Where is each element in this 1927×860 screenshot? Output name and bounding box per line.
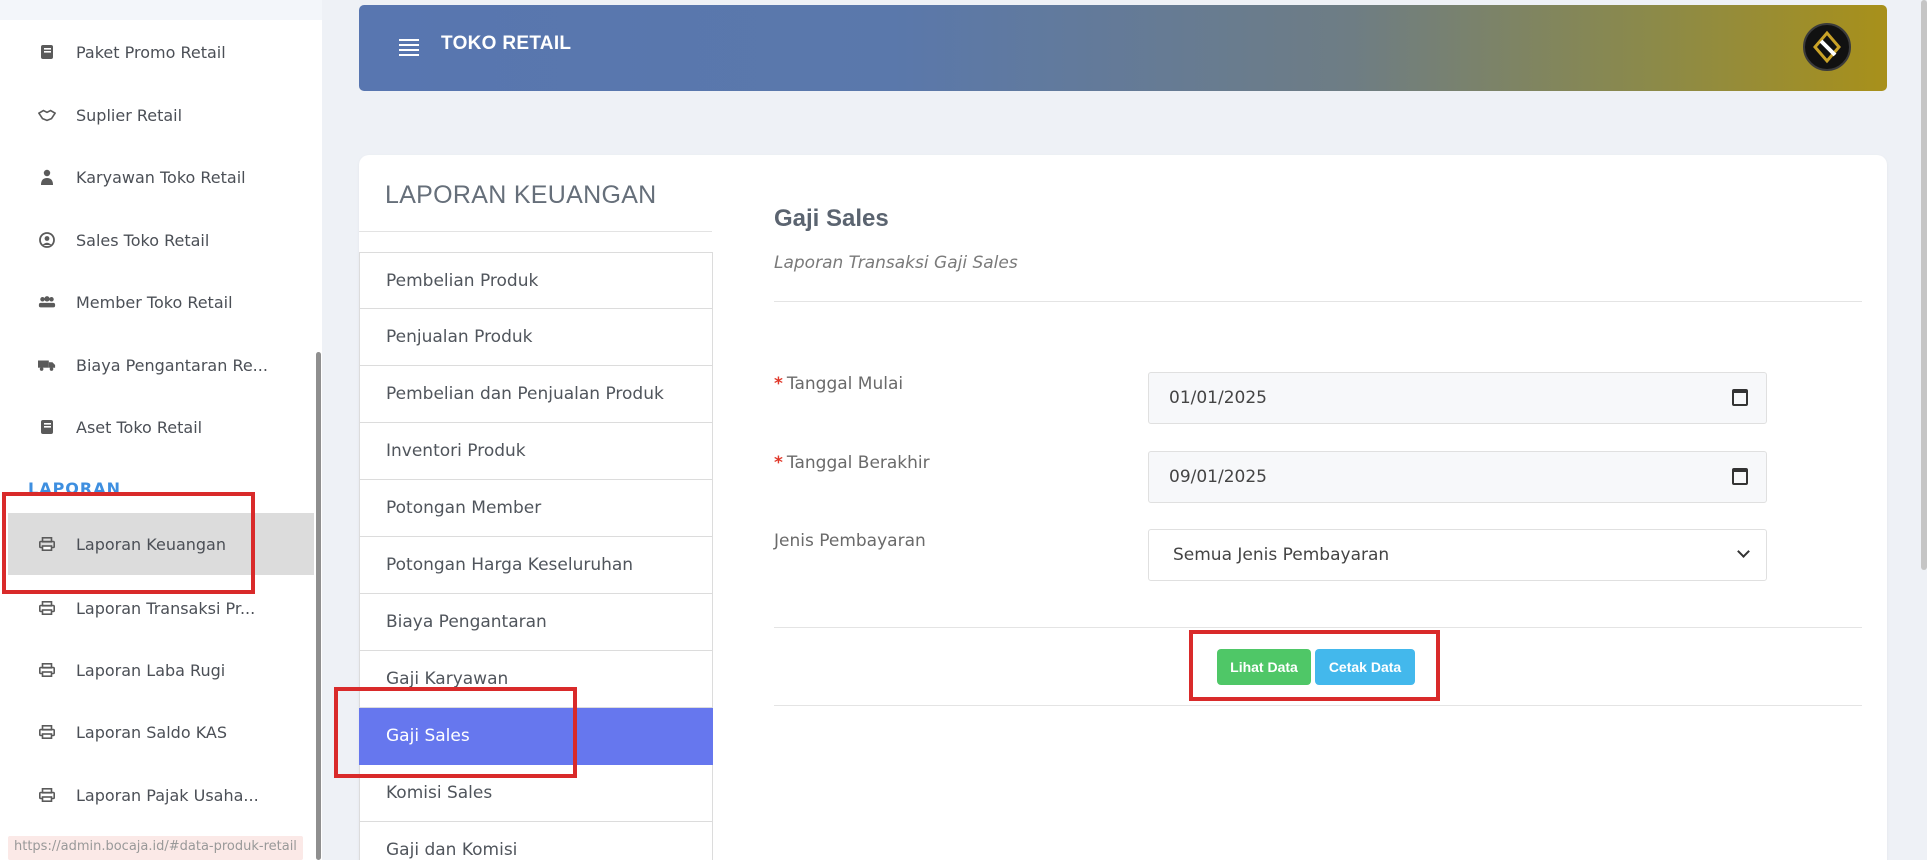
sidebar-item-member-toko-retail[interactable]: Member Toko Retail [0,274,314,330]
start-date-input[interactable]: 01/01/2025 [1148,372,1767,424]
end-date-input[interactable]: 09/01/2025 [1148,451,1767,503]
report-menu-item[interactable]: Inventori Produk [359,423,713,480]
page-scrollbar[interactable] [1921,0,1927,570]
start-date-label: * Tanggal Mulai [774,374,903,394]
user-circle-icon [38,231,56,249]
divider [774,301,1862,302]
sidebar-item-label: Suplier Retail [76,105,183,125]
divider [774,627,1862,628]
report-menu-item[interactable]: Komisi Sales [359,765,713,822]
sidebar-item-label: Karyawan Toko Retail [76,167,246,187]
sidebar-item-laporan-saldo-kas[interactable]: Laporan Saldo KAS [0,704,314,760]
sidebar-scrollbar[interactable] [316,352,321,860]
book-icon [38,418,56,436]
top-header: TOKO RETAIL [359,5,1887,91]
end-date-label: * Tanggal Berakhir [774,453,930,473]
brand-title: TOKO RETAIL [441,33,572,54]
handshake-icon [38,106,56,124]
print-icon [38,599,56,617]
sidebar-item-label: Laporan Keuangan [76,534,226,554]
report-menu-item-active[interactable]: Gaji Sales [359,708,713,765]
required-marker: * [774,374,783,394]
print-icon [38,661,56,679]
sidebar-item-laporan-keuangan[interactable]: Laporan Keuangan [8,513,314,575]
start-date-value: 01/01/2025 [1169,388,1267,408]
required-marker: * [774,453,783,473]
report-menu-item[interactable]: Pembelian dan Penjualan Produk [359,366,713,423]
start-date-label-text: Tanggal Mulai [786,374,904,394]
sidebar: Paket Promo Retail Suplier Retail Karyaw… [0,0,322,860]
report-card: LAPORAN KEUANGAN Pembelian Produk Penjua… [359,155,1887,860]
page-subtitle: Laporan Transaksi Gaji Sales [774,253,1018,273]
sidebar-item-label: Biaya Pengantaran Re... [76,355,268,375]
payment-type-select[interactable]: Semua Jenis Pembayaran [1148,529,1767,581]
user-avatar[interactable] [1803,23,1851,71]
report-menu-item[interactable]: Penjualan Produk [359,309,713,366]
sidebar-item-label: Laporan Saldo KAS [76,722,228,742]
menu-toggle-icon[interactable] [399,39,419,57]
sidebar-top-band [0,0,322,20]
payment-type-value: Semua Jenis Pembayaran [1173,545,1390,565]
report-content: Gaji Sales Laporan Transaksi Gaji Sales … [774,155,1864,860]
sidebar-item-label: Paket Promo Retail [76,42,226,62]
chevron-down-icon [1737,545,1750,558]
sidebar-item-label: Member Toko Retail [76,292,233,312]
sidebar-item-sales-toko-retail[interactable]: Sales Toko Retail [0,212,314,268]
book-icon [38,43,56,61]
sidebar-item-laporan-pajak-usaha[interactable]: Laporan Pajak Usaha... [0,767,314,823]
sidebar-item-label: Laporan Pajak Usaha... [76,785,259,805]
sidebar-item-label: Sales Toko Retail [76,230,210,250]
calendar-icon[interactable] [1732,468,1748,485]
print-icon [38,535,56,553]
end-date-value: 09/01/2025 [1169,467,1267,487]
report-menu-item[interactable]: Pembelian Produk [359,252,713,309]
page-title: Gaji Sales [774,205,889,232]
user-tie-icon [38,168,56,186]
print-icon [38,723,56,741]
sidebar-item-laporan-transaksi[interactable]: Laporan Transaksi Pr... [0,580,314,636]
report-menu-item[interactable]: Potongan Member [359,480,713,537]
end-date-label-text: Tanggal Berakhir [786,453,930,473]
print-data-button[interactable]: Cetak Data [1315,649,1415,685]
divider [774,705,1862,706]
payment-type-label: Jenis Pembayaran [774,531,926,551]
print-icon [38,786,56,804]
sidebar-item-laporan-laba-rugi[interactable]: Laporan Laba Rugi [0,642,314,698]
sidebar-item-biaya-pengantaran-retail[interactable]: Biaya Pengantaran Re... [0,337,314,393]
card-title: LAPORAN KEUANGAN [385,181,657,209]
report-menu-item[interactable]: Potongan Harga Keseluruhan [359,537,713,594]
status-bar-url: https://admin.bocaja.id/#data-produk-ret… [8,836,303,860]
sidebar-item-paket-promo-retail[interactable]: Paket Promo Retail [0,24,314,80]
report-menu: Pembelian Produk Penjualan Produk Pembel… [359,252,713,860]
sidebar-section-laporan: LAPORAN [28,479,121,498]
report-menu-item[interactable]: Gaji Karyawan [359,651,713,708]
sidebar-item-label: Laporan Transaksi Pr... [76,598,256,618]
report-menu-item[interactable]: Gaji dan Komisi [359,822,713,860]
sidebar-item-aset-toko-retail[interactable]: Aset Toko Retail [0,399,314,455]
users-icon [38,293,56,311]
view-data-button[interactable]: Lihat Data [1217,649,1311,685]
sidebar-item-karyawan-toko-retail[interactable]: Karyawan Toko Retail [0,149,314,205]
sidebar-item-suplier-retail[interactable]: Suplier Retail [0,87,314,143]
report-menu-item[interactable]: Biaya Pengantaran [359,594,713,651]
sidebar-item-label: Laporan Laba Rugi [76,660,226,680]
calendar-icon[interactable] [1732,389,1748,406]
sidebar-item-label: Aset Toko Retail [76,417,203,437]
divider [359,231,712,232]
truck-icon [38,356,56,374]
